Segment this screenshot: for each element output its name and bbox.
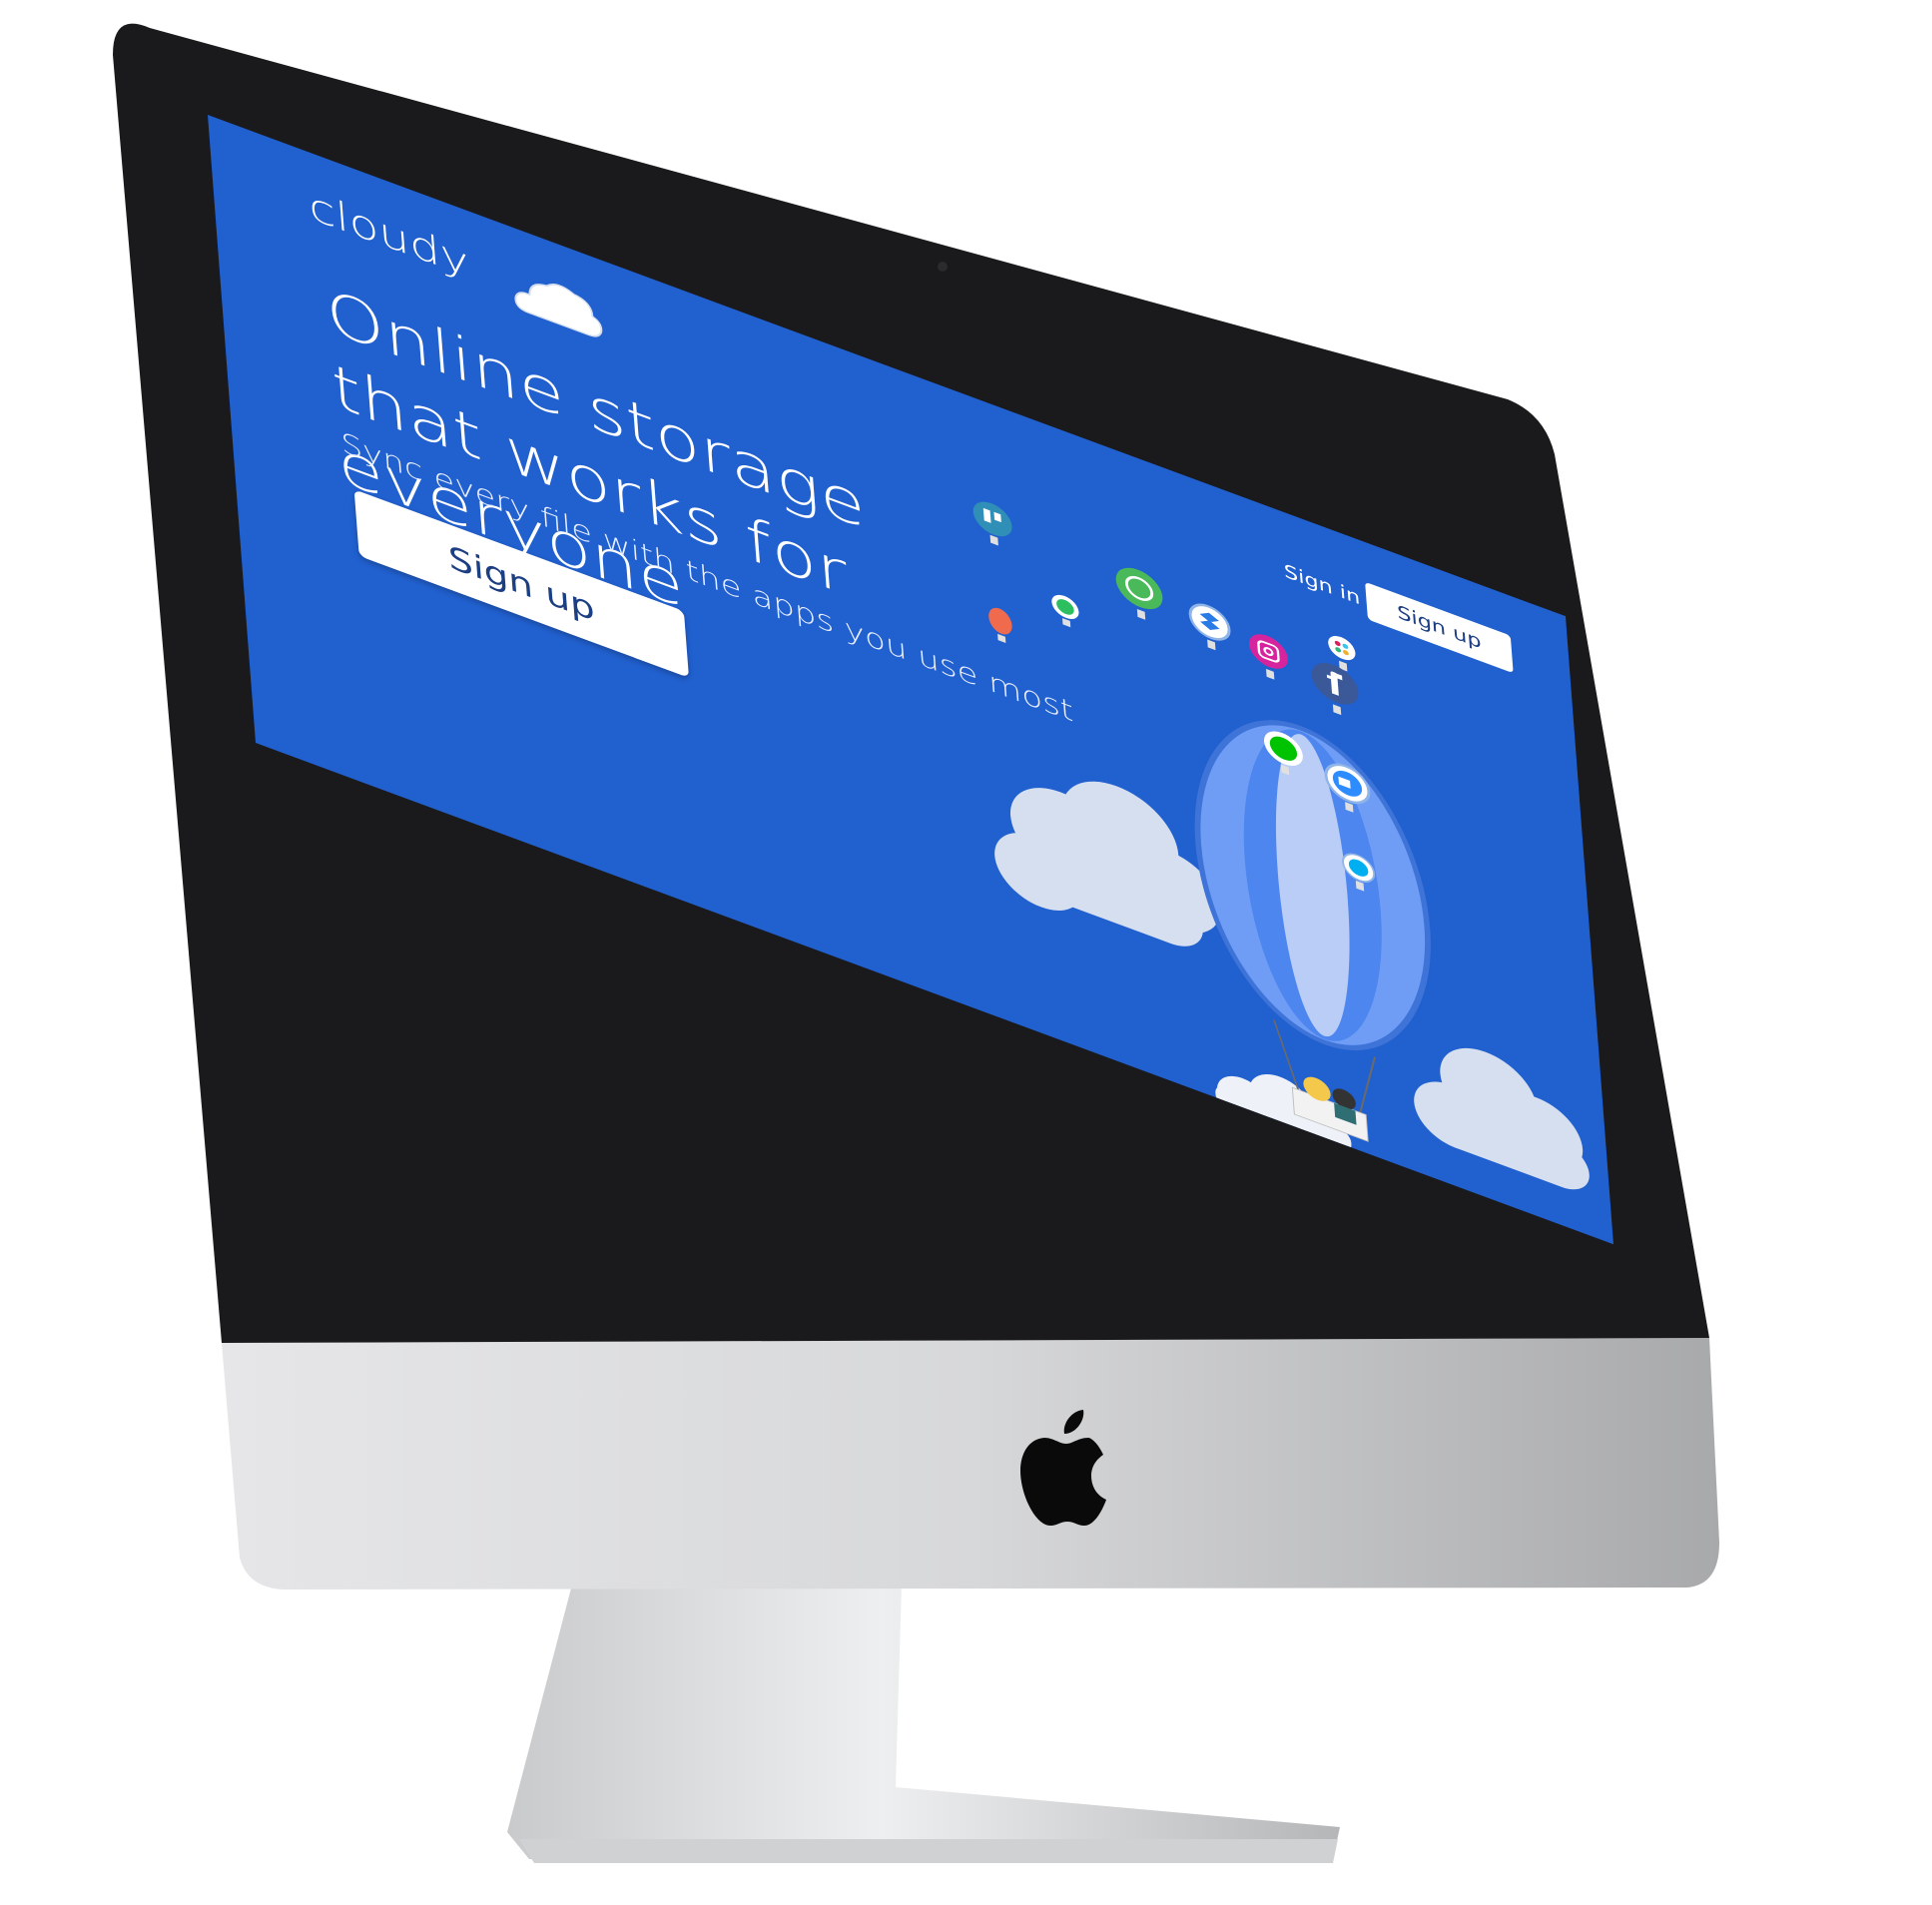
brand-logo[interactable]: cloudy — [308, 182, 603, 337]
stand-base — [519, 1839, 1338, 1863]
whatsapp-icon — [1115, 567, 1163, 620]
evernote-icon — [1051, 594, 1079, 628]
trello-icon — [972, 501, 1012, 546]
facebook-icon — [1311, 663, 1359, 716]
cloud-left — [994, 781, 1221, 947]
camera-icon — [938, 262, 948, 272]
imac-mockup: cloudy Sign in Sign up Online storage th… — [0, 0, 1932, 1905]
stand — [507, 1585, 1340, 1859]
cloud-logo-icon — [514, 284, 603, 337]
monitor-chin — [222, 1338, 1719, 1589]
generic-red-balloon-icon — [988, 607, 1012, 644]
cloud-right — [1414, 1047, 1590, 1190]
instagram-icon — [1248, 634, 1288, 680]
dropbox-icon — [1188, 603, 1231, 651]
